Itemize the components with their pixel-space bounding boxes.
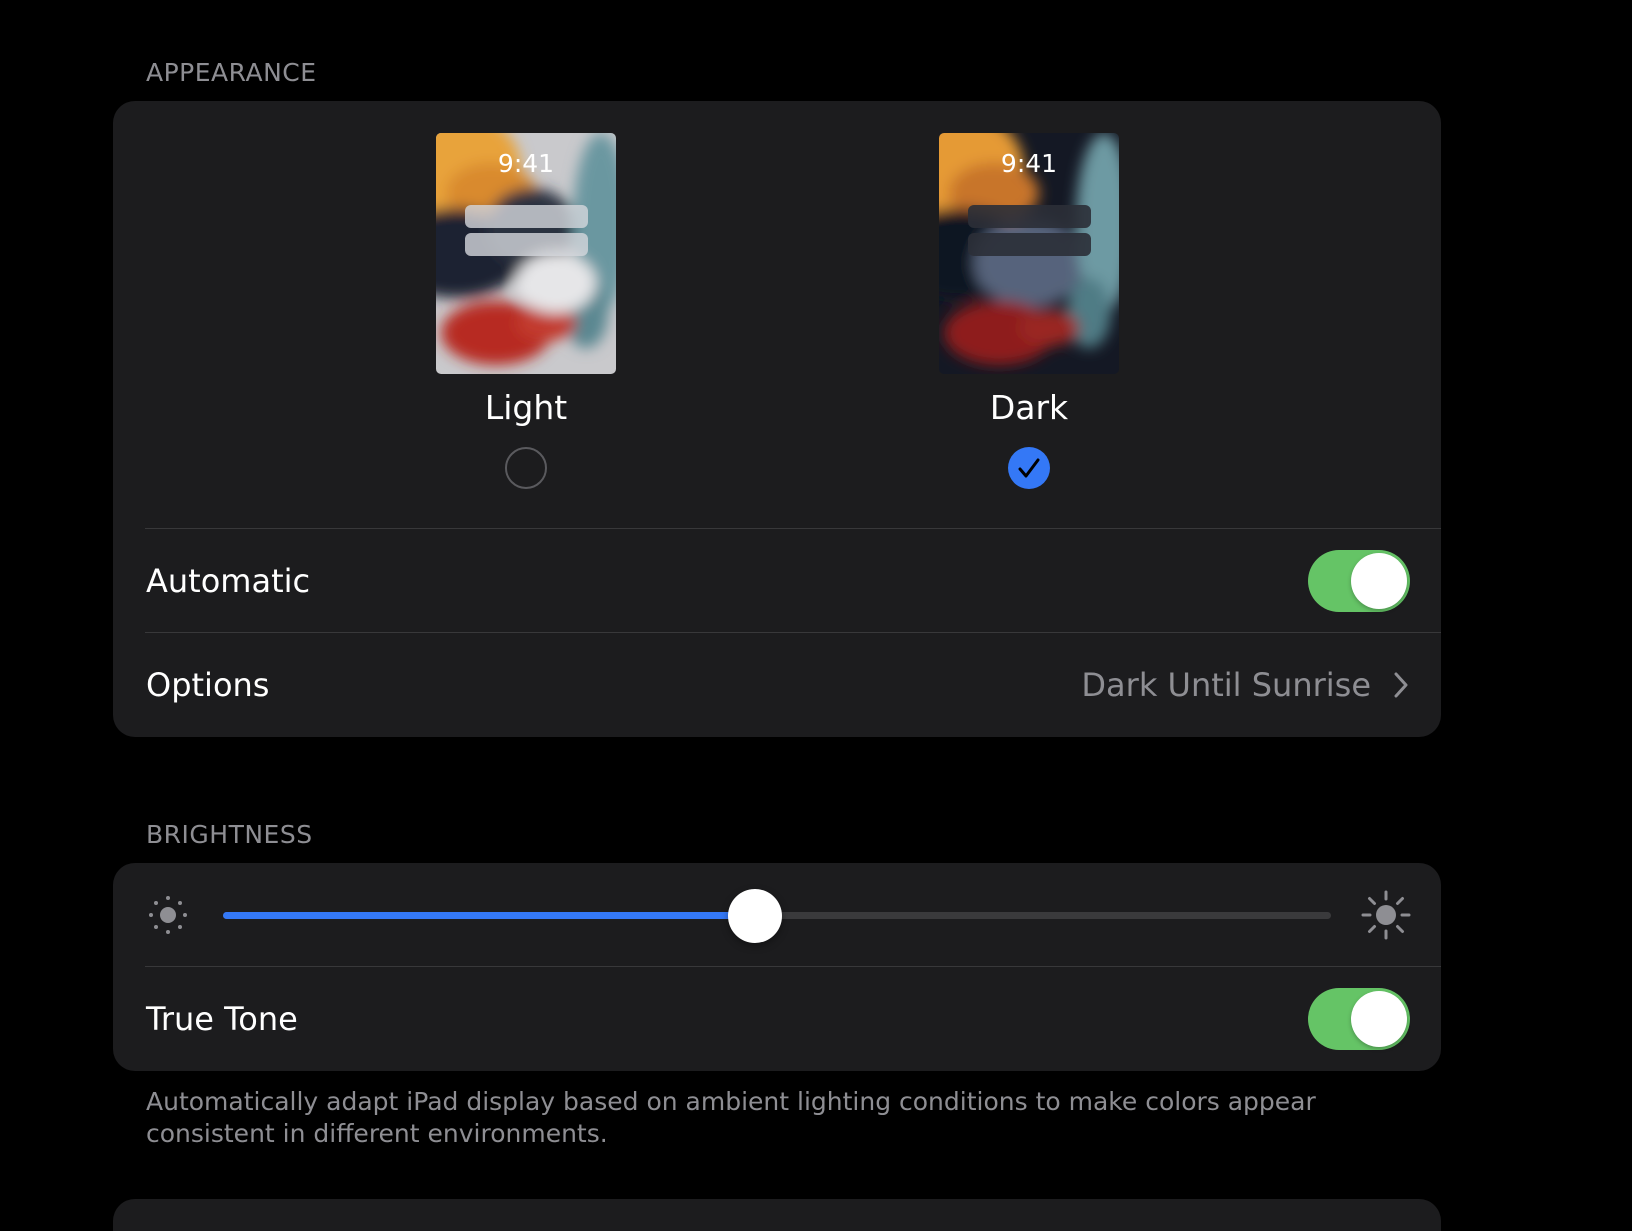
dark-label: Dark [989, 388, 1069, 427]
sun-small-icon [149, 896, 187, 934]
preview-time: 9:41 [497, 149, 555, 178]
automatic-label: Automatic [146, 562, 311, 600]
display-settings-page: APPEARANCE 9:41 Light 9:41 Dark Automati… [0, 0, 1632, 1231]
appearance-section-header: APPEARANCE [146, 58, 317, 87]
brightness-section-header: BRIGHTNESS [146, 820, 313, 849]
options-row[interactable]: Options Dark Until Sunrise [113, 633, 1441, 737]
brightness-group: True Tone [113, 863, 1441, 1071]
brightness-slider[interactable] [223, 888, 1331, 943]
dark-radio[interactable] [1008, 447, 1050, 489]
true-tone-label: True Tone [146, 1000, 298, 1038]
appearance-group: 9:41 Light 9:41 Dark Automatic Options D… [113, 101, 1441, 737]
toggle-knob [1351, 991, 1407, 1047]
light-label: Light [484, 388, 568, 427]
true-tone-toggle[interactable] [1308, 988, 1410, 1050]
appearance-option-dark[interactable]: 9:41 Dark [939, 133, 1119, 489]
checkmark-icon [1018, 458, 1040, 478]
options-value: Dark Until Sunrise [1081, 666, 1371, 704]
options-label: Options [146, 666, 270, 704]
appearance-option-light[interactable]: 9:41 Light [436, 133, 616, 489]
light-radio[interactable] [505, 447, 547, 489]
chevron-right-icon [1394, 672, 1408, 698]
true-tone-row: True Tone [113, 967, 1441, 1071]
next-settings-group [113, 1199, 1441, 1231]
true-tone-description: Automatically adapt iPad display based o… [146, 1087, 1316, 1148]
brightness-slider-row [113, 863, 1441, 967]
automatic-row: Automatic [113, 529, 1441, 633]
light-mode-preview[interactable]: 9:41 [436, 133, 616, 374]
preview-time: 9:41 [1000, 149, 1058, 178]
automatic-toggle[interactable] [1308, 550, 1410, 612]
dark-mode-preview[interactable]: 9:41 [939, 133, 1119, 374]
brightness-slider-fill [223, 912, 755, 919]
brightness-slider-thumb[interactable] [727, 888, 782, 943]
sun-large-icon [1361, 890, 1411, 940]
toggle-knob [1351, 553, 1407, 609]
